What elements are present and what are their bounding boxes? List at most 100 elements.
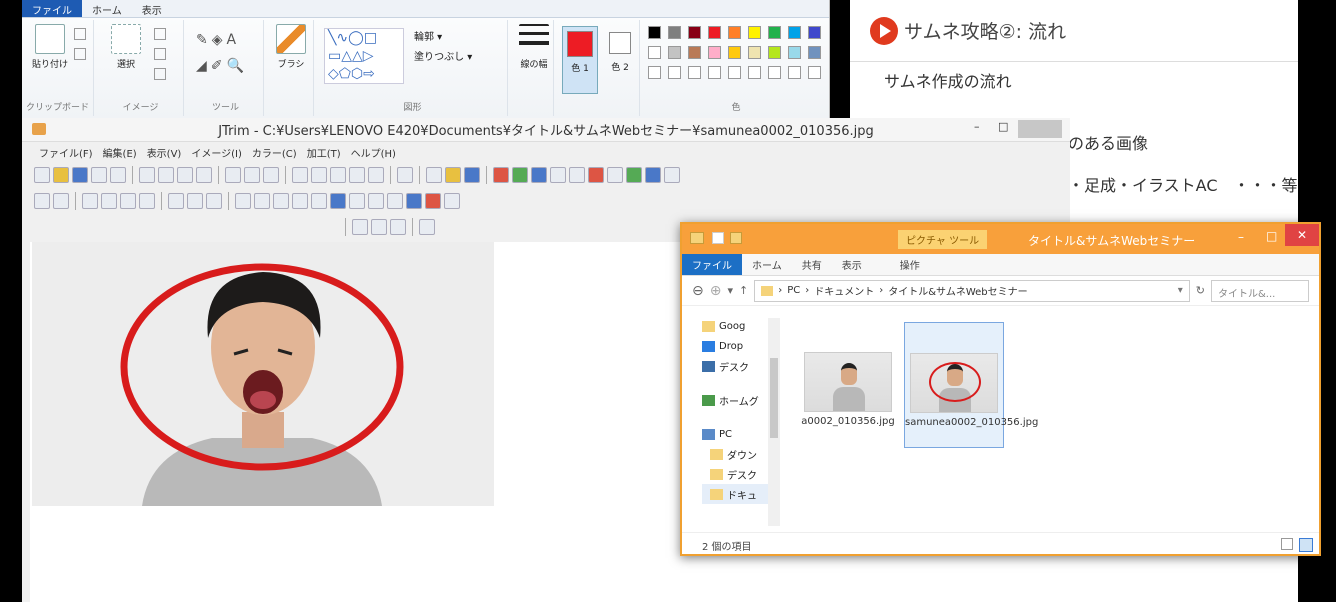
rotate-free-icon[interactable] xyxy=(206,193,222,209)
pen-icon[interactable] xyxy=(406,193,422,209)
palette-swatch[interactable] xyxy=(808,26,821,39)
stamp-icon[interactable] xyxy=(387,193,403,209)
nav-item-desktop-2[interactable]: デスク xyxy=(702,464,772,484)
resize-icon[interactable] xyxy=(154,48,166,60)
line-icon[interactable] xyxy=(349,193,365,209)
eyedropper-icon[interactable] xyxy=(419,219,435,235)
nav-item-homegroup[interactable]: ホームグ xyxy=(702,390,772,410)
grid-icon[interactable] xyxy=(349,167,365,183)
flip-v-icon[interactable] xyxy=(53,193,69,209)
paint-tab-view[interactable]: 表示 xyxy=(132,0,172,17)
open-icon[interactable] xyxy=(53,167,69,183)
paste-new-icon[interactable] xyxy=(177,167,193,183)
refresh-icon[interactable]: ↻ xyxy=(1196,284,1205,297)
palette-custom-swatch[interactable] xyxy=(648,66,661,79)
mirror-icon[interactable] xyxy=(101,193,117,209)
palette-swatch[interactable] xyxy=(708,26,721,39)
search-input[interactable]: タイトル&... xyxy=(1211,279,1309,302)
paste-icon[interactable] xyxy=(158,167,174,183)
palette-swatch[interactable] xyxy=(708,46,721,59)
palette-swatch[interactable] xyxy=(648,46,661,59)
flatten-icon[interactable] xyxy=(664,167,680,183)
paint-tab-home[interactable]: ホーム xyxy=(82,0,132,17)
copy-icon[interactable] xyxy=(74,48,86,60)
jtrim-maximize-button[interactable]: □ xyxy=(998,120,1008,133)
explorer-tab-manage[interactable]: 操作 xyxy=(890,254,930,275)
menu-process[interactable]: 加工(T) xyxy=(302,145,346,160)
crop-icon[interactable] xyxy=(225,167,241,183)
palette-swatch[interactable] xyxy=(748,26,761,39)
palette-swatch[interactable] xyxy=(728,26,741,39)
align-icon[interactable] xyxy=(82,193,98,209)
explorer-tab-share[interactable]: 共有 xyxy=(792,254,832,275)
undo-icon[interactable] xyxy=(244,167,260,183)
frame-icon[interactable] xyxy=(368,167,384,183)
large-icons-view-icon[interactable] xyxy=(1299,538,1313,552)
palette-swatch[interactable] xyxy=(668,46,681,59)
palette-swatch[interactable] xyxy=(748,46,761,59)
explorer-tab-home[interactable]: ホーム xyxy=(742,254,792,275)
select-button[interactable]: 選択 xyxy=(104,24,148,70)
breadcrumb-documents[interactable]: ドキュメント xyxy=(814,283,874,298)
fill-icon[interactable] xyxy=(368,193,384,209)
border-icon[interactable] xyxy=(235,193,251,209)
back-icon[interactable]: ⊖ xyxy=(692,283,704,299)
menu-edit[interactable]: 編集(E) xyxy=(98,145,142,160)
nav-item-documents[interactable]: ドキュ xyxy=(702,484,772,504)
recent-dropdown-icon[interactable]: ▾ xyxy=(727,284,733,297)
mosaic-icon[interactable] xyxy=(607,167,623,183)
box-icon[interactable] xyxy=(139,193,155,209)
nav-item-downloads[interactable]: ダウン xyxy=(702,444,772,464)
gamma-icon[interactable] xyxy=(550,167,566,183)
new-icon[interactable] xyxy=(34,167,50,183)
sharpen-icon[interactable] xyxy=(311,193,327,209)
palette-swatch[interactable] xyxy=(648,26,661,39)
paste-button[interactable]: 貼り付け xyxy=(28,24,72,70)
tool-icons[interactable]: ✎◈A xyxy=(196,32,240,48)
palette-custom-swatch[interactable] xyxy=(808,66,821,79)
breadcrumb-pc[interactable]: PC xyxy=(787,285,800,296)
palette-swatch[interactable] xyxy=(768,46,781,59)
spiral-icon[interactable] xyxy=(444,193,460,209)
fill-button[interactable]: 塗りつぶし ▾ xyxy=(414,48,472,63)
explorer-tab-file[interactable]: ファイル xyxy=(682,254,742,275)
palette-custom-swatch[interactable] xyxy=(788,66,801,79)
tool-icons-row2[interactable]: ◢✐🔍 xyxy=(196,58,248,74)
nav-item-pc[interactable]: PC xyxy=(702,424,772,444)
rotate-icon[interactable] xyxy=(154,68,166,80)
nav-scrollbar[interactable] xyxy=(768,318,780,526)
cut-icon[interactable] xyxy=(74,28,86,40)
color2-button[interactable]: 色 2 xyxy=(602,26,638,94)
forward-icon[interactable]: ⊕ xyxy=(710,283,722,299)
properties-icon[interactable] xyxy=(712,232,724,244)
jtrim-close-button[interactable] xyxy=(1018,120,1062,138)
nav-scrollbar-thumb[interactable] xyxy=(770,358,778,438)
rotate-right-icon[interactable] xyxy=(187,193,203,209)
flip-h-icon[interactable] xyxy=(34,193,50,209)
palette-swatch[interactable] xyxy=(808,46,821,59)
circle-icon[interactable] xyxy=(330,167,346,183)
menu-file[interactable]: ファイル(F) xyxy=(34,145,98,160)
posterize-icon[interactable] xyxy=(588,167,604,183)
expand-icon[interactable] xyxy=(120,193,136,209)
palette-custom-swatch[interactable] xyxy=(668,66,681,79)
details-view-icon[interactable] xyxy=(1281,538,1293,550)
line-width-button[interactable]: 線の幅 xyxy=(512,24,556,70)
shadow-icon[interactable] xyxy=(254,193,270,209)
palette-swatch[interactable] xyxy=(688,46,701,59)
menu-view[interactable]: 表示(V) xyxy=(142,145,187,160)
up-icon[interactable]: ↑ xyxy=(739,284,748,297)
capture-icon[interactable] xyxy=(397,167,413,183)
palette-custom-swatch[interactable] xyxy=(768,66,781,79)
menu-image[interactable]: イメージ(I) xyxy=(186,145,247,160)
color1-button[interactable]: 色 1 xyxy=(562,26,598,94)
breadcrumb-folder[interactable]: タイトル&サムネWebセミナー xyxy=(888,283,1027,298)
zoom-in-icon[interactable] xyxy=(371,219,387,235)
text-icon[interactable] xyxy=(311,167,327,183)
palette-swatch[interactable] xyxy=(788,26,801,39)
wave-icon[interactable] xyxy=(645,167,661,183)
resize-icon[interactable] xyxy=(292,167,308,183)
palette-custom-swatch[interactable] xyxy=(748,66,761,79)
paint-tab-file[interactable]: ファイル xyxy=(22,0,82,17)
sky-icon[interactable] xyxy=(330,193,346,209)
